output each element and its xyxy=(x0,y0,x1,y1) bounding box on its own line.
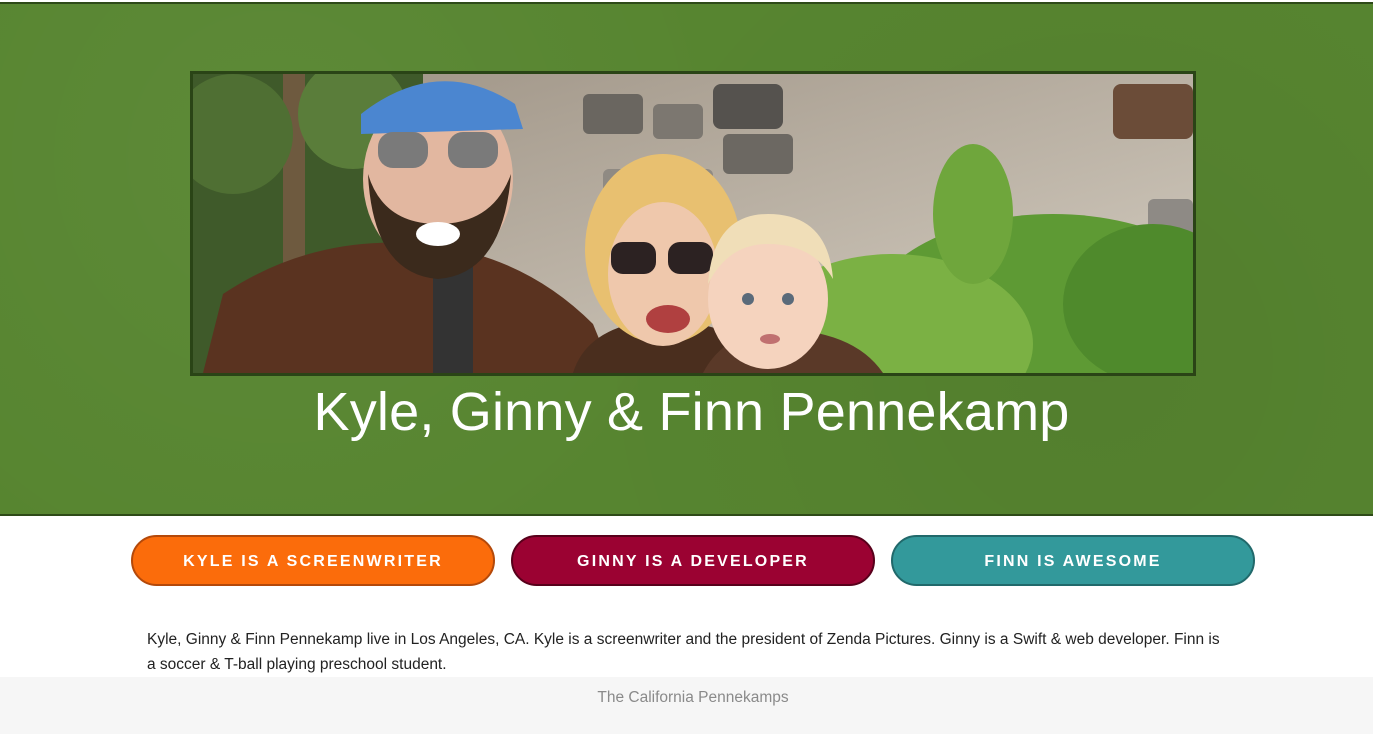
finn-awesome-button[interactable]: FINN IS AWESOME xyxy=(891,535,1255,586)
ginny-developer-button[interactable]: GINNY IS A DEVELOPER xyxy=(511,535,875,586)
page-title: Kyle, Ginny & Finn Pennekamp xyxy=(313,382,1070,442)
footer-text: The California Pennekamps xyxy=(597,689,789,706)
family-photo xyxy=(190,71,1196,376)
kyle-screenwriter-button[interactable]: KYLE IS A SCREENWRITER xyxy=(131,535,495,586)
hero-banner: Kyle, Ginny & Finn Pennekamp xyxy=(0,2,1373,516)
bio-paragraph: Kyle, Ginny & Finn Pennekamp live in Los… xyxy=(147,631,1220,673)
family-photo-illustration xyxy=(193,74,1193,373)
footer: The California Pennekamps xyxy=(0,677,1373,734)
